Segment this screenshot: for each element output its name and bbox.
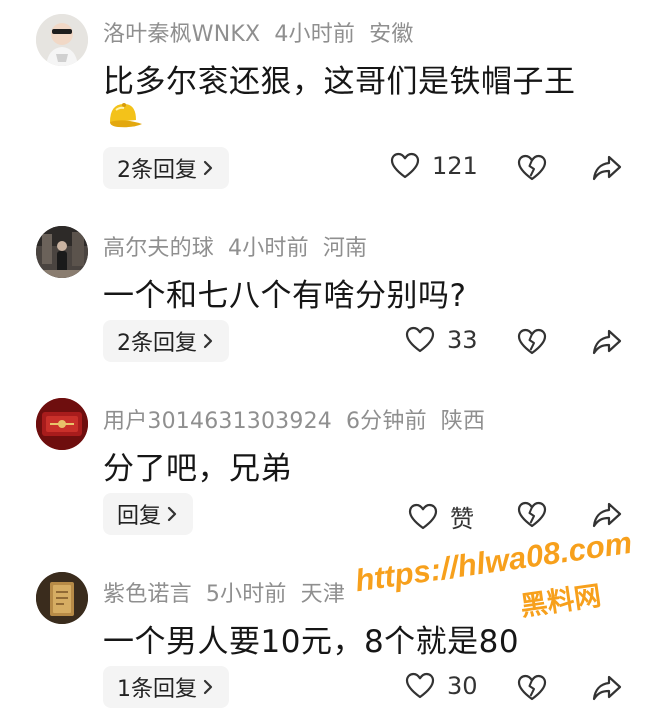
timestamp: 4小时前 bbox=[228, 236, 309, 261]
comment-meta: 紫色诺言 5小时前 天津 bbox=[103, 576, 359, 608]
reply-label: 回复 bbox=[117, 504, 162, 529]
username[interactable]: 紫色诺言 bbox=[103, 582, 192, 607]
comment-meta: 高尔夫的球 4小时前 河南 bbox=[103, 230, 381, 262]
avatar[interactable] bbox=[36, 398, 88, 450]
avatar[interactable] bbox=[36, 572, 88, 624]
like-count: 赞 bbox=[450, 505, 474, 533]
share-arrow-icon[interactable] bbox=[592, 328, 622, 356]
chevron-right-icon bbox=[203, 160, 213, 176]
like-count: 33 bbox=[447, 326, 478, 354]
like-button[interactable]: 赞 bbox=[408, 499, 474, 534]
broken-heart-icon[interactable] bbox=[517, 501, 547, 529]
reply-button[interactable]: 2条回复 bbox=[103, 320, 229, 362]
reply-button[interactable]: 回复 bbox=[103, 493, 194, 535]
heart-outline-icon bbox=[408, 503, 438, 531]
username[interactable]: 用户3014631303924 bbox=[103, 409, 332, 434]
share-arrow-icon[interactable] bbox=[592, 154, 622, 182]
heart-outline-icon bbox=[405, 326, 435, 354]
comment-text: 比多尔衮还狠，这哥们是铁帽子王 bbox=[103, 64, 576, 100]
heart-outline-icon bbox=[405, 672, 435, 700]
reply-label: 2条回复 bbox=[117, 331, 197, 356]
like-button[interactable]: 30 bbox=[405, 672, 478, 700]
heart-outline-icon bbox=[390, 152, 420, 180]
like-button[interactable]: 121 bbox=[390, 152, 478, 180]
timestamp: 6分钟前 bbox=[345, 409, 427, 434]
comment-text: 一个和七八个有啥分别吗? bbox=[103, 278, 467, 314]
location: 陕西 bbox=[440, 409, 486, 434]
share-arrow-icon[interactable] bbox=[592, 674, 622, 702]
avatar[interactable] bbox=[36, 226, 88, 278]
location: 安徽 bbox=[369, 22, 414, 47]
comment-text: 一个男人要10元，8个就是80 bbox=[103, 624, 520, 660]
reply-label: 1条回复 bbox=[117, 677, 197, 702]
chevron-right-icon bbox=[203, 333, 213, 349]
share-arrow-icon[interactable] bbox=[592, 501, 622, 529]
reply-label: 2条回复 bbox=[117, 158, 197, 183]
avatar[interactable] bbox=[36, 14, 88, 66]
reply-button[interactable]: 2条回复 bbox=[103, 147, 229, 189]
broken-heart-icon[interactable] bbox=[517, 328, 547, 356]
like-button[interactable]: 33 bbox=[405, 326, 478, 354]
username[interactable]: 高尔夫的球 bbox=[103, 236, 214, 261]
like-count: 121 bbox=[432, 152, 478, 180]
comment-text: 分了吧，兄弟 bbox=[103, 451, 292, 487]
comment-meta: 洛叶秦枫WNKX 4小时前 安徽 bbox=[103, 16, 428, 48]
timestamp: 5小时前 bbox=[205, 582, 287, 607]
watermark-label: 黑料网 bbox=[519, 581, 604, 622]
chevron-right-icon bbox=[203, 679, 213, 695]
timestamp: 4小时前 bbox=[274, 22, 356, 47]
reply-button[interactable]: 1条回复 bbox=[103, 666, 229, 708]
location: 天津 bbox=[300, 582, 346, 607]
broken-heart-icon[interactable] bbox=[517, 154, 547, 182]
comment-meta: 用户3014631303924 6分钟前 陕西 bbox=[103, 403, 499, 435]
like-count: 30 bbox=[447, 672, 478, 700]
broken-heart-icon[interactable] bbox=[517, 674, 547, 702]
cap-icon bbox=[104, 100, 144, 130]
username[interactable]: 洛叶秦枫WNKX bbox=[103, 22, 260, 47]
watermark-url: https://hlwa08.com bbox=[353, 525, 634, 598]
chevron-right-icon bbox=[167, 506, 177, 522]
location: 河南 bbox=[322, 236, 368, 261]
